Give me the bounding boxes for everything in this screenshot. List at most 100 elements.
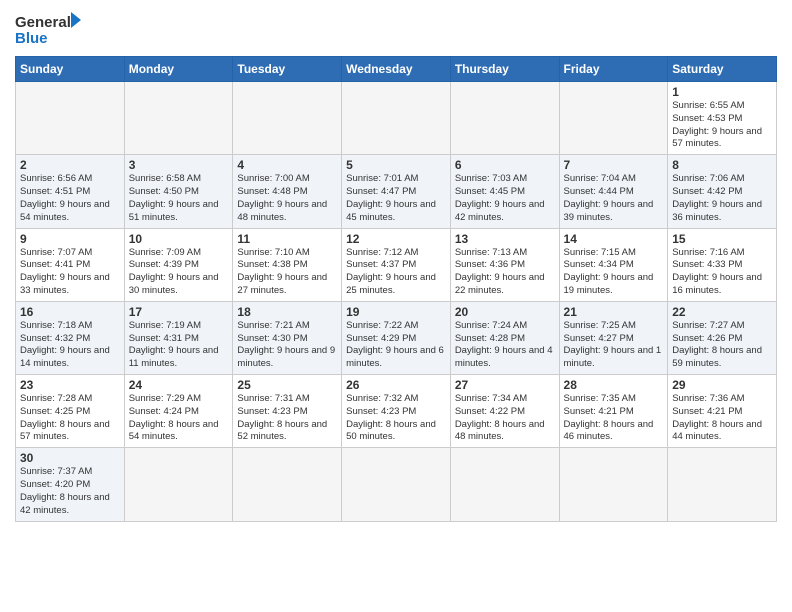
calendar-cell [233,82,342,155]
day-info: Sunrise: 7:37 AM Sunset: 4:20 PM Dayligh… [20,466,120,517]
calendar-cell [559,448,668,521]
calendar-cell: 7Sunrise: 7:04 AM Sunset: 4:44 PM Daylig… [559,155,668,228]
calendar-cell: 18Sunrise: 7:21 AM Sunset: 4:30 PM Dayli… [233,301,342,374]
calendar-cell [233,448,342,521]
calendar-cell: 11Sunrise: 7:10 AM Sunset: 4:38 PM Dayli… [233,228,342,301]
day-info: Sunrise: 7:15 AM Sunset: 4:34 PM Dayligh… [564,247,664,298]
calendar-cell: 2Sunrise: 6:56 AM Sunset: 4:51 PM Daylig… [16,155,125,228]
day-info: Sunrise: 7:03 AM Sunset: 4:45 PM Dayligh… [455,173,555,224]
day-info: Sunrise: 7:28 AM Sunset: 4:25 PM Dayligh… [20,393,120,444]
weekday-sunday: Sunday [16,57,125,82]
day-number: 22 [672,305,772,319]
svg-text:Blue: Blue [15,30,48,47]
day-number: 18 [237,305,337,319]
page-header: GeneralBlue [15,10,777,48]
day-number: 30 [20,451,120,465]
calendar-cell: 27Sunrise: 7:34 AM Sunset: 4:22 PM Dayli… [450,375,559,448]
day-info: Sunrise: 7:10 AM Sunset: 4:38 PM Dayligh… [237,247,337,298]
calendar-cell: 20Sunrise: 7:24 AM Sunset: 4:28 PM Dayli… [450,301,559,374]
weekday-thursday: Thursday [450,57,559,82]
day-info: Sunrise: 7:21 AM Sunset: 4:30 PM Dayligh… [237,320,337,371]
day-number: 15 [672,232,772,246]
weekday-tuesday: Tuesday [233,57,342,82]
day-number: 25 [237,378,337,392]
day-info: Sunrise: 7:00 AM Sunset: 4:48 PM Dayligh… [237,173,337,224]
day-info: Sunrise: 6:55 AM Sunset: 4:53 PM Dayligh… [672,100,772,151]
week-row-1: 1Sunrise: 6:55 AM Sunset: 4:53 PM Daylig… [16,82,777,155]
day-info: Sunrise: 7:36 AM Sunset: 4:21 PM Dayligh… [672,393,772,444]
day-info: Sunrise: 7:29 AM Sunset: 4:24 PM Dayligh… [129,393,229,444]
day-info: Sunrise: 7:34 AM Sunset: 4:22 PM Dayligh… [455,393,555,444]
logo: GeneralBlue [15,10,85,48]
calendar-cell: 1Sunrise: 6:55 AM Sunset: 4:53 PM Daylig… [668,82,777,155]
calendar-cell: 22Sunrise: 7:27 AM Sunset: 4:26 PM Dayli… [668,301,777,374]
day-info: Sunrise: 7:01 AM Sunset: 4:47 PM Dayligh… [346,173,446,224]
day-number: 23 [20,378,120,392]
day-info: Sunrise: 7:27 AM Sunset: 4:26 PM Dayligh… [672,320,772,371]
calendar-cell: 29Sunrise: 7:36 AM Sunset: 4:21 PM Dayli… [668,375,777,448]
day-info: Sunrise: 7:19 AM Sunset: 4:31 PM Dayligh… [129,320,229,371]
calendar-cell [124,82,233,155]
calendar-cell: 14Sunrise: 7:15 AM Sunset: 4:34 PM Dayli… [559,228,668,301]
day-number: 3 [129,158,229,172]
day-info: Sunrise: 7:12 AM Sunset: 4:37 PM Dayligh… [346,247,446,298]
day-number: 11 [237,232,337,246]
week-row-3: 9Sunrise: 7:07 AM Sunset: 4:41 PM Daylig… [16,228,777,301]
week-row-5: 23Sunrise: 7:28 AM Sunset: 4:25 PM Dayli… [16,375,777,448]
week-row-4: 16Sunrise: 7:18 AM Sunset: 4:32 PM Dayli… [16,301,777,374]
day-number: 2 [20,158,120,172]
day-number: 21 [564,305,664,319]
day-info: Sunrise: 7:07 AM Sunset: 4:41 PM Dayligh… [20,247,120,298]
calendar-cell [450,448,559,521]
day-number: 16 [20,305,120,319]
calendar-cell: 8Sunrise: 7:06 AM Sunset: 4:42 PM Daylig… [668,155,777,228]
calendar-cell: 17Sunrise: 7:19 AM Sunset: 4:31 PM Dayli… [124,301,233,374]
day-number: 10 [129,232,229,246]
day-info: Sunrise: 7:31 AM Sunset: 4:23 PM Dayligh… [237,393,337,444]
calendar-cell: 21Sunrise: 7:25 AM Sunset: 4:27 PM Dayli… [559,301,668,374]
day-number: 12 [346,232,446,246]
day-number: 17 [129,305,229,319]
day-info: Sunrise: 7:25 AM Sunset: 4:27 PM Dayligh… [564,320,664,371]
day-number: 29 [672,378,772,392]
day-number: 28 [564,378,664,392]
calendar-cell: 28Sunrise: 7:35 AM Sunset: 4:21 PM Dayli… [559,375,668,448]
day-info: Sunrise: 7:13 AM Sunset: 4:36 PM Dayligh… [455,247,555,298]
calendar-cell: 13Sunrise: 7:13 AM Sunset: 4:36 PM Dayli… [450,228,559,301]
day-info: Sunrise: 7:24 AM Sunset: 4:28 PM Dayligh… [455,320,555,371]
day-info: Sunrise: 6:56 AM Sunset: 4:51 PM Dayligh… [20,173,120,224]
day-number: 14 [564,232,664,246]
calendar-cell: 15Sunrise: 7:16 AM Sunset: 4:33 PM Dayli… [668,228,777,301]
calendar-cell: 12Sunrise: 7:12 AM Sunset: 4:37 PM Dayli… [342,228,451,301]
day-number: 20 [455,305,555,319]
day-info: Sunrise: 7:04 AM Sunset: 4:44 PM Dayligh… [564,173,664,224]
calendar-cell [124,448,233,521]
day-info: Sunrise: 7:35 AM Sunset: 4:21 PM Dayligh… [564,393,664,444]
calendar-cell [342,448,451,521]
day-number: 5 [346,158,446,172]
calendar-cell: 9Sunrise: 7:07 AM Sunset: 4:41 PM Daylig… [16,228,125,301]
day-number: 19 [346,305,446,319]
day-info: Sunrise: 7:18 AM Sunset: 4:32 PM Dayligh… [20,320,120,371]
weekday-friday: Friday [559,57,668,82]
calendar-cell [16,82,125,155]
day-info: Sunrise: 7:22 AM Sunset: 4:29 PM Dayligh… [346,320,446,371]
day-number: 9 [20,232,120,246]
day-info: Sunrise: 7:16 AM Sunset: 4:33 PM Dayligh… [672,247,772,298]
day-info: Sunrise: 6:58 AM Sunset: 4:50 PM Dayligh… [129,173,229,224]
weekday-header-row: SundayMondayTuesdayWednesdayThursdayFrid… [16,57,777,82]
week-row-2: 2Sunrise: 6:56 AM Sunset: 4:51 PM Daylig… [16,155,777,228]
day-number: 26 [346,378,446,392]
calendar-cell [342,82,451,155]
day-info: Sunrise: 7:06 AM Sunset: 4:42 PM Dayligh… [672,173,772,224]
calendar-cell: 24Sunrise: 7:29 AM Sunset: 4:24 PM Dayli… [124,375,233,448]
calendar-cell: 23Sunrise: 7:28 AM Sunset: 4:25 PM Dayli… [16,375,125,448]
day-number: 7 [564,158,664,172]
day-number: 13 [455,232,555,246]
calendar-cell: 10Sunrise: 7:09 AM Sunset: 4:39 PM Dayli… [124,228,233,301]
calendar-cell: 25Sunrise: 7:31 AM Sunset: 4:23 PM Dayli… [233,375,342,448]
calendar-cell: 3Sunrise: 6:58 AM Sunset: 4:50 PM Daylig… [124,155,233,228]
day-number: 8 [672,158,772,172]
day-number: 1 [672,85,772,99]
weekday-saturday: Saturday [668,57,777,82]
